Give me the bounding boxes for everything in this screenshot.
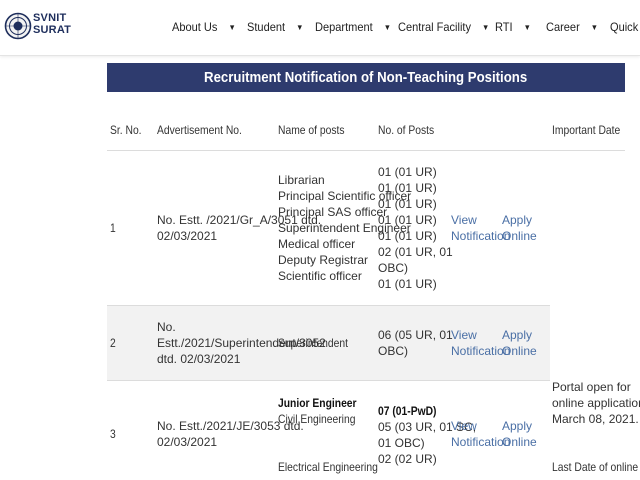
column-header-posts: Name of posts (278, 123, 345, 137)
nav-about-us[interactable]: About Us ▼ (172, 20, 236, 34)
brand-name[interactable]: SVNIT SURAT (33, 12, 71, 36)
apply-online-link[interactable]: Apply Online (502, 327, 537, 359)
post-counts: 01 (01 UR) 01 (01 UR) 01 (01 UR) 01 (01 … (378, 165, 453, 291)
nav-career[interactable]: Career ▼ (546, 20, 598, 34)
top-navigation-bar: SVNIT SURAT About Us ▼ Student ▼ Departmen… (0, 0, 640, 56)
row-sr-no: 2 (110, 336, 116, 350)
column-header-important-date: Important Date (552, 123, 621, 137)
post-count-heading: 07 (01-PwD) (378, 404, 437, 418)
chevron-down-icon: ▼ (296, 22, 304, 32)
nav-department[interactable]: Department ▼ (315, 20, 391, 34)
column-header-sr-no: Sr. No. (110, 123, 142, 137)
chevron-down-icon: ▼ (523, 22, 531, 32)
nav-rti[interactable]: RTI ▼ (495, 20, 531, 34)
post-names: Electrical Engineering (278, 460, 378, 474)
column-header-no-of-posts: No. of Posts (378, 123, 435, 137)
chevron-down-icon: ▼ (590, 22, 599, 32)
apply-online-link[interactable]: Apply Online (502, 212, 537, 244)
post-names: Civil Engineering (278, 412, 356, 426)
svnit-logo-icon[interactable] (4, 7, 32, 45)
post-counts: 06 (05 UR, 01 OBC) (378, 328, 453, 358)
table-row: 2 No. Estt./2021/Superintendent/3052 dtd… (107, 306, 550, 380)
post-names: Superintendent (278, 336, 349, 350)
page-title-banner: Recruitment Notification of Non-Teaching… (107, 63, 625, 92)
chevron-down-icon: ▼ (482, 22, 490, 32)
column-header-advertisement: Advertisement No. (157, 123, 242, 137)
row-sr-no: 1 (110, 221, 116, 235)
nav-student[interactable]: Student ▼ (247, 20, 303, 34)
last-date-text: Last Date of online (552, 460, 639, 474)
table-row: 3 No. Estt./2021/JE/3053 dtd. 02/03/2021… (107, 381, 550, 480)
row-sr-no: 3 (110, 427, 116, 441)
table-row: 1 No. Estt. /2021/Gr_A/3051 dtd. 02/03/2… (107, 151, 550, 305)
post-heading: Junior Engineer (278, 396, 357, 410)
nav-quick-links[interactable]: Quick L (610, 20, 640, 34)
important-date-text: Portal open for online application: Marc… (552, 380, 640, 426)
nav-central-facility[interactable]: Central Facility ▼ (398, 20, 489, 34)
apply-online-link[interactable]: Apply Online (502, 418, 537, 450)
chevron-down-icon: ▼ (228, 22, 236, 32)
chevron-down-icon: ▼ (383, 22, 392, 32)
